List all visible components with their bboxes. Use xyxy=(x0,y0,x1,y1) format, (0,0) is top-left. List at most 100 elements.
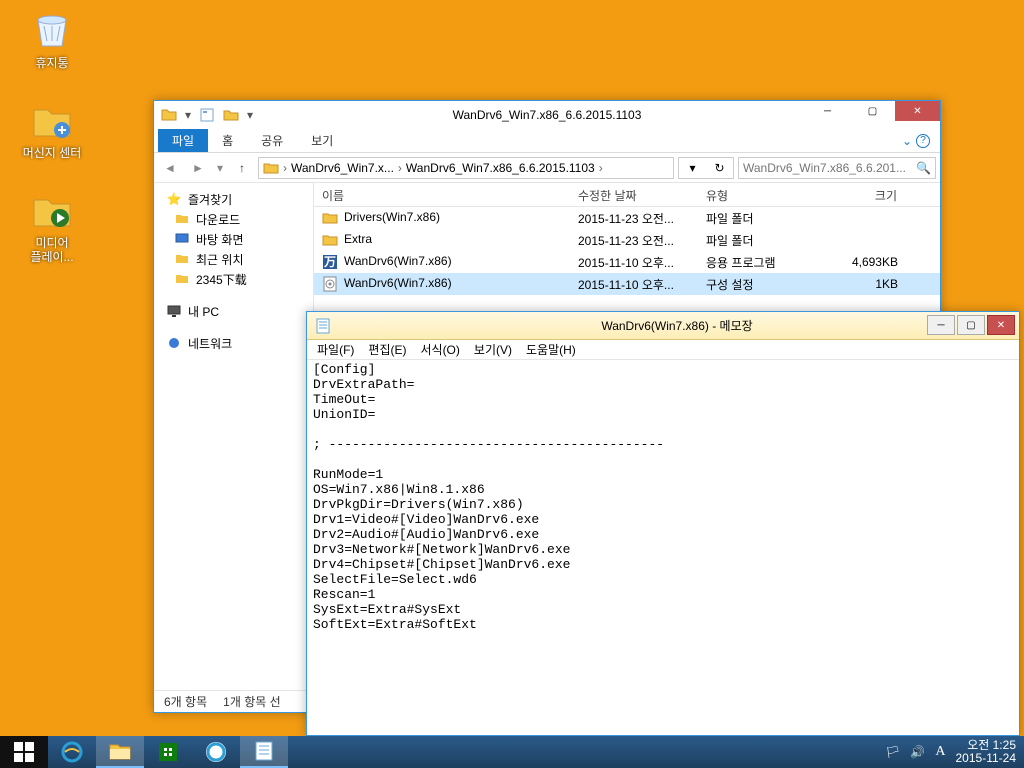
breadcrumb-item[interactable]: WanDrv6_Win7.x86_6.6.2015.1103 xyxy=(406,161,595,175)
sidebar: ⭐즐겨찾기 다운로드 바탕 화면 최근 위치 2345下载 내 PC 네트워크 xyxy=(154,183,314,690)
sidebar-item-desktop[interactable]: 바탕 화면 xyxy=(154,229,313,249)
tab-file[interactable]: 파일 xyxy=(158,129,208,152)
col-name[interactable]: 이름 xyxy=(314,183,570,206)
pc-icon xyxy=(166,303,182,319)
ribbon-help: ⌄ ? xyxy=(896,129,936,152)
notepad-title: WanDrv6(Win7.x86) - 메모장 xyxy=(337,317,1017,334)
notepad-titlebar[interactable]: WanDrv6(Win7.x86) - 메모장 ─ ▢ ✕ xyxy=(307,312,1019,340)
qat-customize-icon[interactable]: ▾ xyxy=(244,104,256,126)
maximize-button[interactable]: ▢ xyxy=(850,101,895,121)
tab-share[interactable]: 공유 xyxy=(247,129,297,152)
column-headers: 이름 수정한 날짜 유형 크기 xyxy=(314,183,940,207)
menu-format[interactable]: 서식(O) xyxy=(414,339,465,360)
breadcrumb[interactable]: › WanDrv6_Win7.x... › WanDrv6_Win7.x86_6… xyxy=(258,157,674,179)
folder-icon xyxy=(322,232,338,248)
chevron-right-icon[interactable]: › xyxy=(599,161,603,175)
window-controls: ─ ▢ ✕ xyxy=(805,101,940,121)
file-name: WanDrv6(Win7.x86) xyxy=(344,254,452,268)
desktop-icon[interactable]: 미디어플레이... xyxy=(14,186,90,264)
close-button[interactable]: ✕ xyxy=(987,315,1015,335)
file-size xyxy=(810,216,906,220)
tab-view[interactable]: 보기 xyxy=(297,129,347,152)
tray-flag-icon[interactable]: 🏳 xyxy=(885,745,900,759)
close-button[interactable]: ✕ xyxy=(895,101,940,121)
file-size: 1KB xyxy=(810,275,906,293)
exe-icon: 万 xyxy=(322,254,338,270)
sidebar-favorites[interactable]: ⭐즐겨찾기 xyxy=(154,189,313,209)
up-button[interactable]: ↑ xyxy=(230,156,254,180)
menu-view[interactable]: 보기(V) xyxy=(468,339,518,360)
taskbar-notepad[interactable] xyxy=(240,736,288,768)
desktop-icon[interactable]: 머신지 센터 xyxy=(14,96,90,160)
search-input[interactable] xyxy=(743,161,916,175)
chevron-right-icon[interactable]: › xyxy=(283,161,287,175)
tab-home[interactable]: 홈 xyxy=(208,129,247,152)
folder-icon xyxy=(322,210,338,226)
sidebar-item-downloads[interactable]: 다운로드 xyxy=(154,209,313,229)
folder-icon xyxy=(174,271,190,287)
maximize-button[interactable]: ▢ xyxy=(957,315,985,335)
file-type: 파일 폴더 xyxy=(698,208,810,229)
search-box[interactable]: 🔍 xyxy=(738,157,936,179)
notepad-text-area[interactable]: [Config] DrvExtraPath= TimeOut= UnionID=… xyxy=(307,360,1019,634)
window-controls: ─ ▢ ✕ xyxy=(927,315,1015,335)
breadcrumb-item[interactable]: WanDrv6_Win7.x... xyxy=(291,161,394,175)
star-icon: ⭐ xyxy=(166,191,182,207)
notepad-window: WanDrv6(Win7.x86) - 메모장 ─ ▢ ✕ 파일(F) 편집(E… xyxy=(306,311,1020,736)
taskbar-explorer[interactable] xyxy=(96,736,144,768)
forward-button[interactable]: ► xyxy=(186,156,210,180)
minimize-button[interactable]: ─ xyxy=(927,315,955,335)
recycle-icon xyxy=(28,6,76,54)
menu-help[interactable]: 도움말(H) xyxy=(520,339,582,360)
taskbar-ie[interactable] xyxy=(48,736,96,768)
tray-ime[interactable]: A xyxy=(935,744,945,760)
download-icon xyxy=(174,211,190,227)
explorer-titlebar[interactable]: ▾ ▾ WanDrv6_Win7.x86_6.6.2015.1103 ─ ▢ ✕ xyxy=(154,101,940,129)
qat-dropdown-icon[interactable]: ▾ xyxy=(182,104,194,126)
ribbon-tabs: 파일 홈 공유 보기 ⌄ ? xyxy=(154,129,940,153)
file-size xyxy=(810,238,906,242)
table-row[interactable]: Extra2015-11-23 오전...파일 폴더 xyxy=(314,229,940,251)
back-button[interactable]: ◄ xyxy=(158,156,182,180)
breadcrumb-root-icon[interactable] xyxy=(263,161,279,175)
taskbar-ie2[interactable] xyxy=(192,736,240,768)
sidebar-pc[interactable]: 내 PC xyxy=(154,301,313,321)
system-tray: 🏳 🔊 A 오전 1:25 2015-11-24 xyxy=(877,736,1024,768)
taskbar-store[interactable] xyxy=(144,736,192,768)
col-type[interactable]: 유형 xyxy=(698,183,810,206)
file-modified: 2015-11-10 오후... xyxy=(570,252,698,273)
sidebar-item-recent[interactable]: 최근 위치 xyxy=(154,249,313,269)
refresh-button[interactable]: ↻ xyxy=(706,157,734,179)
col-size[interactable]: 크기 xyxy=(810,183,906,206)
breadcrumb-dropdown-icon[interactable]: ▾ xyxy=(678,157,706,179)
search-icon[interactable]: 🔍 xyxy=(916,161,931,175)
table-row[interactable]: 万 WanDrv6(Win7.x86) 2015-11-10 오후...응용 프로그… xyxy=(314,251,940,273)
folder-icon[interactable] xyxy=(158,104,180,126)
desktop-icon xyxy=(174,231,190,247)
sidebar-item-2345[interactable]: 2345下载 xyxy=(154,269,313,289)
file-name: WanDrv6(Win7.x86) xyxy=(344,276,452,290)
properties-icon[interactable] xyxy=(196,104,218,126)
chevron-right-icon[interactable]: › xyxy=(398,161,402,175)
col-modified[interactable]: 수정한 날짜 xyxy=(570,183,698,206)
table-row[interactable]: WanDrv6(Win7.x86)2015-11-10 오후...구성 설정1K… xyxy=(314,273,940,295)
file-size: 4,693KB xyxy=(810,253,906,271)
desktop-icon[interactable]: 휴지통 xyxy=(14,6,90,70)
help-icon[interactable]: ? xyxy=(916,134,930,148)
notepad-icon xyxy=(315,318,331,334)
menu-file[interactable]: 파일(F) xyxy=(311,339,360,360)
tray-clock[interactable]: 오전 1:25 2015-11-24 xyxy=(956,739,1017,765)
file-type: 응용 프로그램 xyxy=(698,252,810,273)
menu-edit[interactable]: 편집(E) xyxy=(362,339,412,360)
start-button[interactable] xyxy=(0,736,48,768)
recent-dropdown-icon[interactable]: ▾ xyxy=(214,156,226,180)
table-row[interactable]: Drivers(Win7.x86)2015-11-23 오전...파일 폴더 xyxy=(314,207,940,229)
address-bar: ◄ ► ▾ ↑ › WanDrv6_Win7.x... › WanDrv6_Wi… xyxy=(154,153,940,183)
folder-media-icon xyxy=(28,186,76,234)
tray-volume-icon[interactable]: 🔊 xyxy=(910,745,925,759)
expand-ribbon-icon[interactable]: ⌄ xyxy=(902,134,912,148)
desktop-icon-label: 머신지 센터 xyxy=(14,146,90,160)
sidebar-network[interactable]: 네트워크 xyxy=(154,333,313,353)
minimize-button[interactable]: ─ xyxy=(805,101,850,121)
new-folder-icon[interactable] xyxy=(220,104,242,126)
